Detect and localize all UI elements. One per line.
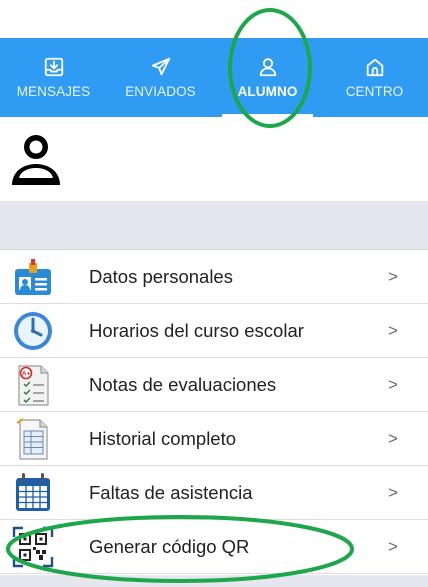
bottom-band bbox=[0, 575, 428, 587]
graded-document-icon: A+ bbox=[18, 364, 49, 406]
chevron-right-icon: > bbox=[388, 320, 398, 340]
student-menu-list: Datos personales > Horarios del curso es… bbox=[0, 250, 428, 574]
id-card-icon bbox=[15, 258, 51, 295]
clock-icon bbox=[14, 311, 52, 350]
user-icon bbox=[259, 58, 276, 77]
menu-item-datos-personales[interactable]: Datos personales > bbox=[0, 250, 428, 304]
tab-label: ALUMNO bbox=[237, 84, 298, 99]
chevron-right-icon: > bbox=[388, 428, 398, 448]
tab-label: MENSAJES bbox=[16, 84, 91, 99]
chevron-right-icon: > bbox=[388, 482, 398, 502]
tab-label: ENVIADOS bbox=[125, 84, 196, 99]
top-blank-band bbox=[0, 0, 428, 38]
menu-item-horarios[interactable]: Horarios del curso escolar > bbox=[0, 304, 428, 358]
home-icon bbox=[366, 58, 383, 77]
avatar[interactable] bbox=[10, 131, 62, 187]
calendar-icon bbox=[16, 472, 50, 511]
tab-label: CENTRO bbox=[345, 84, 404, 99]
menu-item-faltas[interactable]: Faltas de asistencia > bbox=[0, 466, 428, 520]
paper-plane-icon bbox=[151, 57, 170, 76]
qr-code-icon bbox=[12, 526, 54, 567]
menu-item-label: Faltas de asistencia bbox=[89, 481, 253, 503]
chevron-right-icon: > bbox=[388, 374, 398, 394]
section-divider bbox=[0, 201, 428, 250]
tab-centro[interactable]: CENTRO bbox=[321, 38, 428, 117]
tab-mensajes[interactable]: MENSAJES bbox=[0, 38, 107, 117]
menu-item-historial[interactable]: Historial completo > bbox=[0, 412, 428, 466]
menu-item-label: Historial completo bbox=[89, 427, 237, 449]
tab-bar: MENSAJES ENVIADOS ALUMNO CENTRO bbox=[0, 38, 428, 117]
menu-item-label: Notas de evaluaciones bbox=[89, 373, 277, 395]
menu-item-notas[interactable]: A+ Notas de evaluaciones > bbox=[0, 358, 428, 412]
menu-item-label: Horarios del curso escolar bbox=[89, 319, 304, 341]
tab-alumno[interactable]: ALUMNO bbox=[214, 38, 321, 117]
profile-header bbox=[0, 117, 428, 201]
chevron-right-icon: > bbox=[388, 266, 398, 286]
inbox-download-icon bbox=[44, 57, 63, 77]
document-history-icon bbox=[16, 417, 48, 460]
menu-item-label: Generar código QR bbox=[89, 535, 250, 557]
menu-item-label: Datos personales bbox=[89, 265, 233, 287]
menu-item-codigo-qr[interactable]: Generar código QR > bbox=[0, 520, 428, 574]
chevron-right-icon: > bbox=[388, 536, 398, 556]
svg-text:A+: A+ bbox=[22, 370, 31, 377]
tab-enviados[interactable]: ENVIADOS bbox=[107, 38, 214, 117]
